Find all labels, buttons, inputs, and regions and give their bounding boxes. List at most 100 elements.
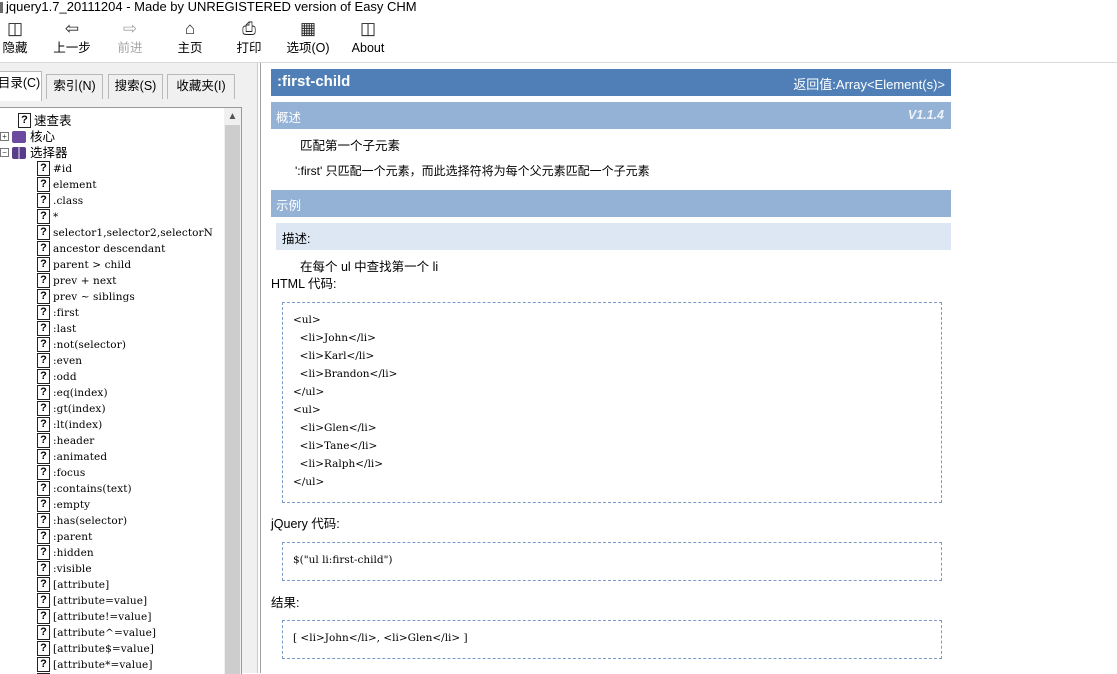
about-button[interactable]: ◫ About <box>346 19 390 59</box>
tree-item-label: [attribute=value] <box>53 594 148 607</box>
back-arrow-icon: ⇦ <box>64 19 80 38</box>
tab-index[interactable]: 索引(N) <box>46 74 103 99</box>
tree-item[interactable]: ?:first <box>37 304 79 321</box>
tree-item[interactable]: ? selector1,selector2,selectorN <box>37 224 213 241</box>
tree-item[interactable]: ?:visible <box>37 560 92 577</box>
tree-item[interactable]: ? [attribute^=value] <box>37 624 156 641</box>
tree-item[interactable]: ? prev ~ siblings <box>37 288 135 305</box>
tree-item-label: :contains(text) <box>53 482 132 495</box>
help-page-icon: ? <box>37 257 50 273</box>
tree-item[interactable]: ? #id <box>37 160 73 177</box>
help-page-icon: ? <box>37 561 50 577</box>
tree-item[interactable]: − 选择器 <box>0 144 68 160</box>
code-line: <li>Brandon</li> <box>293 368 398 380</box>
open-book-icon <box>12 146 26 159</box>
scroll-thumb[interactable] <box>225 125 240 674</box>
expand-icon[interactable]: + <box>0 132 9 142</box>
tree-item[interactable]: ? 速查表 <box>18 112 72 129</box>
tree-item[interactable]: ? ancestor descendant <box>37 240 166 257</box>
tab-favorites[interactable]: 收藏夹(I) <box>167 74 235 99</box>
result-code: [ <li>John</li>, <li>Glen</li> ] <box>293 632 468 644</box>
back-button[interactable]: ⇦ 上一步 <box>50 19 94 59</box>
code-line: <li>John</li> <box>293 332 376 344</box>
code-line: <li>Ralph</li> <box>293 458 384 470</box>
help-page-icon: ? <box>37 305 50 321</box>
tree-item[interactable]: ? parent > child <box>37 256 132 273</box>
tree-item[interactable]: ?:even <box>37 352 82 369</box>
tree-item-label: #id <box>53 162 73 175</box>
tree-item[interactable]: ? [attribute] <box>37 576 110 593</box>
tree-item[interactable]: ?:last <box>37 320 76 337</box>
print-button[interactable]: ⎙ 打印 <box>230 19 268 59</box>
tree-item[interactable]: ?:animated <box>37 448 107 465</box>
title-bar: jquery1.7_20111204 - Made by UNREGISTERE… <box>0 0 1117 17</box>
tree-item-label: ancestor descendant <box>53 242 166 255</box>
help-page-icon: ? <box>37 289 50 305</box>
tree-item[interactable]: ? [attribute!=value] <box>37 608 152 625</box>
tree-item-label: parent > child <box>53 258 132 271</box>
help-page-icon: ? <box>37 209 50 225</box>
tree-item[interactable]: ? .class <box>37 192 84 209</box>
tab-search[interactable]: 搜索(S) <box>108 74 163 99</box>
tree-item[interactable]: ? * <box>37 208 59 225</box>
tree-item[interactable]: ?:not(selector) <box>37 336 127 353</box>
options-icon: ▦ <box>299 19 317 38</box>
tree-item-label: 选择器 <box>30 145 68 160</box>
tree-item-label: 速查表 <box>34 113 72 128</box>
hide-button[interactable]: ◫ 隐藏 <box>0 19 30 59</box>
tree-scrollbar[interactable]: ▲ <box>224 108 241 674</box>
toolbar: ◫ 隐藏 ⇦ 上一步 ⇨ 前进 ⌂ 主页 ⎙ 打印 ▦ 选项(O) ◫ Abou… <box>0 17 1117 63</box>
tree-item[interactable]: ? [attribute$=value] <box>37 640 154 657</box>
collapse-icon[interactable]: − <box>0 148 9 158</box>
tree-item[interactable]: ? [attribute=value] <box>37 592 148 609</box>
print-label: 打印 <box>236 41 262 55</box>
tree-item-label: element <box>53 178 97 191</box>
tab-contents[interactable]: 目录(C) <box>0 71 42 101</box>
about-label: About <box>351 41 385 55</box>
code-line: </ul> <box>293 386 325 398</box>
help-page-icon: ? <box>37 577 50 593</box>
tree-item[interactable]: ?:lt(index) <box>37 416 102 433</box>
forward-button[interactable]: ⇨ 前进 <box>112 19 148 59</box>
tree-item[interactable]: ? prev + next <box>37 272 117 289</box>
pane-splitter[interactable] <box>243 63 258 673</box>
tree-item-label: :gt(index) <box>53 402 106 415</box>
options-button[interactable]: ▦ 选项(O) <box>282 19 334 59</box>
help-page-icon: ? <box>37 465 50 481</box>
hide-pane-icon: ◫ <box>6 19 24 38</box>
version-badge: V1.1.4 <box>907 108 944 122</box>
tree-item[interactable]: ?:parent <box>37 528 92 545</box>
navigation-pane: 目录(C) 索引(N) 搜索(S) 收藏夹(I) ? 速查表 + 核心 − 选择器? #id… <box>0 63 243 674</box>
jquery-code: $("ul li:first-child") <box>293 554 393 566</box>
tree-item-label: [attribute] <box>53 578 110 591</box>
tree-item-label: :focus <box>53 466 86 479</box>
example-bar: 示例 <box>271 190 951 217</box>
tree-item[interactable]: ?:eq(index) <box>37 384 108 401</box>
hide-label: 隐藏 <box>2 41 28 55</box>
description-bar: 描述: <box>276 223 951 250</box>
printer-icon: ⎙ <box>242 19 256 38</box>
tree-item-label: [attribute*=value] <box>53 658 153 671</box>
tree-item[interactable]: ? element <box>37 176 97 193</box>
help-page-icon: ? <box>37 433 50 449</box>
tree-item[interactable]: ?:hidden <box>37 544 94 561</box>
tree-item[interactable]: + 核心 <box>0 128 55 144</box>
tree-item[interactable]: ?:header <box>37 432 94 449</box>
tree-item[interactable]: ?:empty <box>37 496 90 513</box>
overview-heading: 概述 <box>276 111 302 125</box>
tree-item-label: * <box>53 210 59 223</box>
scroll-up-icon[interactable]: ▲ <box>224 108 241 125</box>
home-button[interactable]: ⌂ 主页 <box>172 19 208 59</box>
tree-item[interactable]: ?:odd <box>37 368 77 385</box>
tree-item[interactable]: ?:contains(text) <box>37 480 132 497</box>
help-page-icon: ? <box>37 353 50 369</box>
tree-item-label: :not(selector) <box>53 338 127 351</box>
tree-item[interactable]: ?:gt(index) <box>37 400 106 417</box>
code-line: </ul> <box>293 476 325 488</box>
tree-item-label: .class <box>53 194 84 207</box>
contents-tree: ? 速查表 + 核心 − 选择器? #id? element? .class? *? selecto… <box>0 107 242 674</box>
tree-item-label: :odd <box>53 370 77 383</box>
tree-item[interactable]: ?:focus <box>37 464 86 481</box>
tree-item[interactable]: ? [attribute*=value] <box>37 656 153 673</box>
tree-item[interactable]: ?:has(selector) <box>37 512 127 529</box>
